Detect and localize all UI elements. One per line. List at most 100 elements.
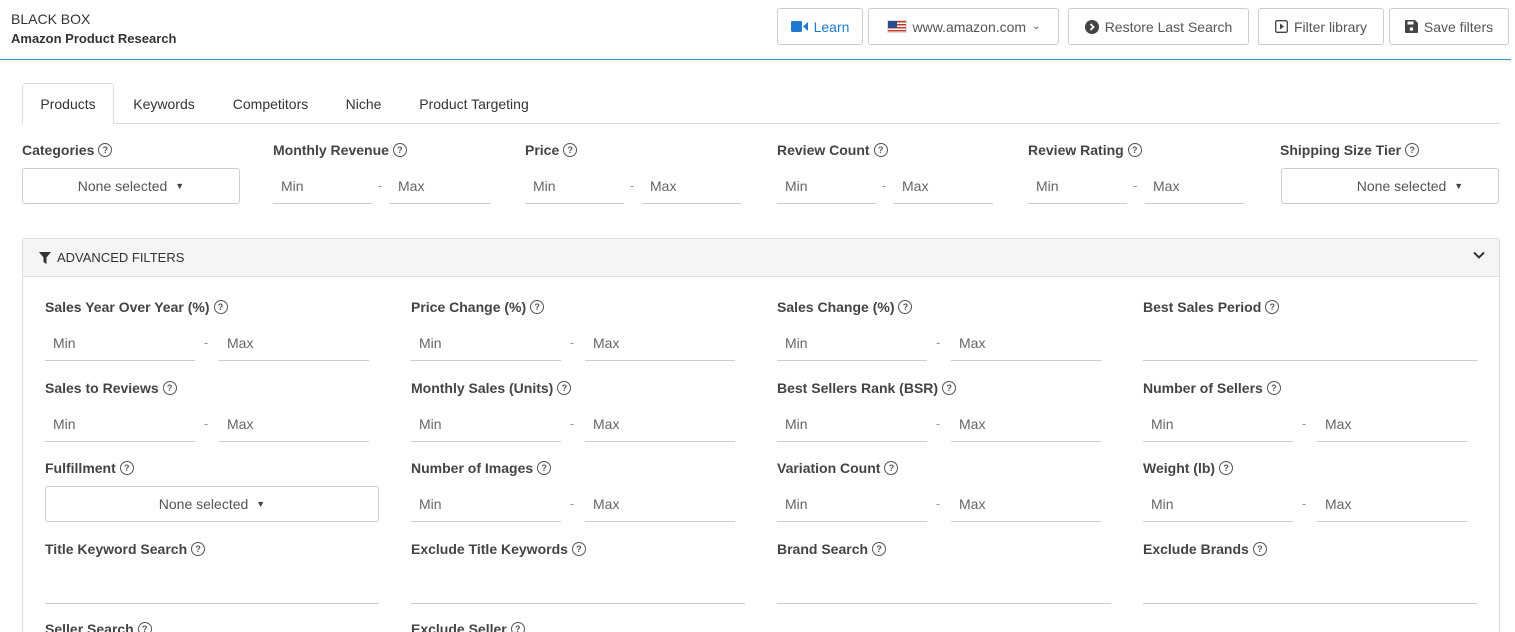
shipping-size-tier-select[interactable]: None selected ▼ [1281,168,1499,204]
monthly-sales-min-input[interactable] [411,406,561,442]
chevron-down-icon [1473,251,1485,259]
help-icon[interactable]: ? [191,542,206,556]
number-of-images-min-input[interactable] [411,486,561,522]
brand-search-label: Brand Search? [777,541,887,557]
help-icon[interactable]: ? [571,542,586,556]
weight-min-input[interactable] [1143,486,1293,522]
sales-yoy-max-input[interactable] [219,325,369,361]
review-count-label: Review Count? [777,142,888,158]
help-icon[interactable]: ? [537,461,552,475]
learn-button[interactable]: Learn [777,8,863,45]
help-icon[interactable]: ? [162,381,177,395]
sales-to-reviews-max-input[interactable] [219,406,369,442]
help-icon[interactable]: ? [872,542,887,556]
tab-keywords[interactable]: Keywords [122,83,206,124]
help-icon[interactable]: ? [884,461,899,475]
help-icon[interactable]: ? [873,143,888,157]
title-keyword-search-input[interactable] [45,568,379,604]
help-icon[interactable]: ? [557,381,572,395]
price-change-max-input[interactable] [585,325,735,361]
review-rating-label: Review Rating? [1028,142,1142,158]
sales-to-reviews-min-input[interactable] [45,406,195,442]
monthly-revenue-max-input[interactable] [390,168,490,204]
exclude-title-keywords-label: Exclude Title Keywords? [411,541,586,557]
sales-change-min-input[interactable] [777,325,927,361]
range-dash: - [936,496,941,511]
help-icon[interactable]: ? [1252,542,1267,556]
bsr-label: Best Sellers Rank (BSR)? [777,380,957,396]
fulfillment-label: Fulfillment? [45,460,134,476]
help-icon[interactable]: ? [98,143,113,157]
bsr-max-input[interactable] [951,406,1101,442]
help-icon[interactable]: ? [1127,143,1142,157]
filter-funnel-icon [39,251,51,264]
categories-select[interactable]: None selected ▼ [22,168,240,204]
range-dash: - [570,335,575,350]
number-of-sellers-max-input[interactable] [1317,406,1467,442]
review-rating-max-input[interactable] [1145,168,1244,204]
help-icon[interactable]: ? [563,143,578,157]
tab-niche[interactable]: Niche [336,83,391,124]
help-icon[interactable]: ? [213,300,228,314]
fulfillment-select[interactable]: None selected ▼ [45,486,379,522]
variation-count-max-input[interactable] [951,486,1101,522]
monthly-sales-max-input[interactable] [585,406,735,442]
weight-max-input[interactable] [1317,486,1467,522]
help-icon[interactable]: ? [1266,381,1281,395]
title-keyword-search-label: Title Keyword Search? [45,541,206,557]
filter-library-label: Filter library [1293,18,1368,35]
help-icon[interactable]: ? [1405,143,1420,157]
filter-library-button[interactable]: Filter library [1258,8,1384,45]
tab-products[interactable]: Products [22,83,114,124]
range-dash: - [570,416,575,431]
exclude-title-keywords-input[interactable] [411,568,745,604]
advanced-filters-title: ADVANCED FILTERS [57,250,185,265]
price-min-input[interactable] [525,168,624,204]
number-of-images-max-input[interactable] [585,486,735,522]
help-icon[interactable]: ? [119,461,134,475]
restore-last-search-button[interactable]: Restore Last Search [1068,8,1249,45]
variation-count-min-input[interactable] [777,486,927,522]
price-change-min-input[interactable] [411,325,561,361]
review-count-max-input[interactable] [894,168,993,204]
caret-down-icon: ▼ [1454,181,1464,191]
marketplace-select[interactable]: www.amazon.com ⌄ [868,8,1059,45]
monthly-revenue-label: Monthly Revenue? [273,142,407,158]
floppy-disk-icon [1404,20,1418,33]
monthly-revenue-min-input[interactable] [273,168,372,204]
app-header: BLACK BOX Amazon Product Research Learn … [0,0,1511,60]
review-count-min-input[interactable] [777,168,876,204]
monthly-sales-label: Monthly Sales (Units)? [411,380,572,396]
exclude-seller-label: Exclude Seller? [411,621,525,632]
price-label: Price? [525,142,578,158]
exclude-brands-input[interactable] [1143,568,1477,604]
range-dash: - [204,335,209,350]
sales-yoy-min-input[interactable] [45,325,195,361]
variation-count-label: Variation Count? [777,460,899,476]
bsr-min-input[interactable] [777,406,927,442]
brand-search-input[interactable] [777,568,1111,604]
price-change-label: Price Change (%)? [411,299,545,315]
help-icon[interactable]: ? [1219,461,1234,475]
advanced-filters-header[interactable]: ADVANCED FILTERS [23,239,1499,277]
help-icon[interactable]: ? [1265,300,1280,314]
number-of-sellers-min-input[interactable] [1143,406,1293,442]
chevron-down-icon: ⌄ [1032,21,1041,32]
help-icon[interactable]: ? [942,381,957,395]
price-max-input[interactable] [642,168,741,204]
save-filters-button[interactable]: Save filters [1389,8,1509,45]
tab-product-targeting[interactable]: Product Targeting [409,83,539,124]
tab-competitors[interactable]: Competitors [222,83,319,124]
help-icon[interactable]: ? [898,300,913,314]
review-rating-min-input[interactable] [1028,168,1127,204]
shipping-size-tier-label: Shipping Size Tier? [1280,142,1420,158]
help-icon[interactable]: ? [137,622,152,632]
exclude-brands-label: Exclude Brands? [1143,541,1267,557]
range-dash: - [378,178,383,193]
help-icon[interactable]: ? [530,300,545,314]
help-icon[interactable]: ? [510,622,525,632]
sales-change-max-input[interactable] [951,325,1101,361]
help-icon[interactable]: ? [392,143,407,157]
us-flag-icon [886,20,907,33]
best-sales-period-input[interactable] [1143,325,1477,361]
